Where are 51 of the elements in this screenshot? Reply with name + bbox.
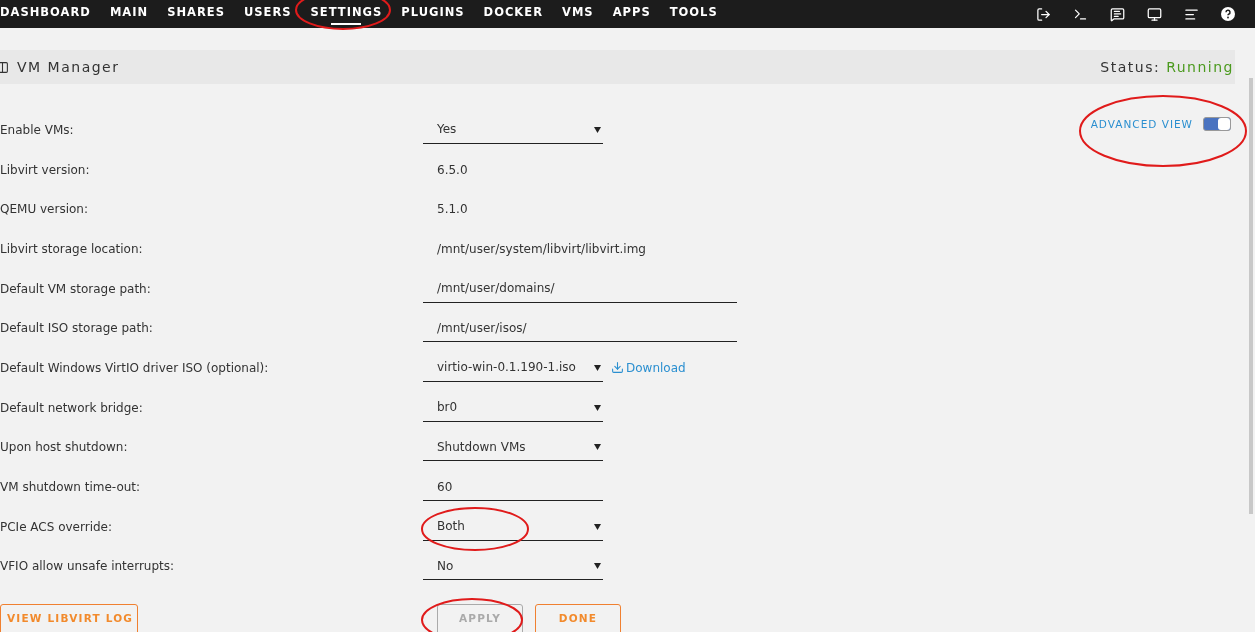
download-icon [611,361,624,375]
caret-icon [594,403,601,411]
caret-icon [594,125,601,133]
nav-tab[interactable]: APPS [612,5,651,25]
select-field[interactable]: virtio-win-0.1.190-1.iso [423,353,603,382]
feedback-icon[interactable] [1110,6,1125,22]
section-title: VM Manager [17,59,120,75]
setting-label: Upon host shutdown: [0,440,129,455]
setting-label: Default VM storage path: [0,281,152,296]
nav-tab[interactable]: USERS [243,5,292,25]
select-field[interactable]: Yes [423,115,603,144]
advanced-view-toggle[interactable] [1203,117,1231,131]
monitor-icon[interactable] [1147,6,1162,22]
panel-icon [0,60,9,74]
input-field[interactable]: /mnt/user/domains/ [423,274,737,303]
nav-tab[interactable]: DASHBOARD [0,5,91,25]
nav-tab[interactable]: DOCKER [483,5,543,25]
logout-icon[interactable] [1036,6,1051,22]
nav-tab[interactable]: TOOLS [669,5,718,25]
select-field[interactable]: br0 [423,393,603,422]
setting-label: Libvirt storage location: [0,241,144,256]
help-icon[interactable] [1221,7,1235,21]
value-text: 6.5.0 [436,162,468,177]
select-field[interactable]: Shutdown VMs [423,433,603,462]
setting-label: PCIe ACS override: [0,519,114,534]
caret-icon [594,562,601,570]
select-field[interactable]: Both [423,512,603,541]
advanced-view-label: ADVANCED VIEW [1090,118,1193,130]
setting-label: QEMU version: [0,202,89,217]
input-field[interactable]: /mnt/user/isos/ [423,314,737,343]
setting-label: Libvirt version: [0,162,91,177]
setting-label: VFIO allow unsafe interrupts: [0,559,176,574]
log-icon[interactable] [1184,6,1199,22]
setting-label: Default network bridge: [0,400,144,415]
setting-label: Default ISO storage path: [0,321,154,336]
terminal-icon[interactable] [1073,6,1088,22]
setting-label: VM shutdown time-out: [0,480,142,495]
nav-tab[interactable]: MAIN [109,5,149,25]
status-text: Status: Running [1100,59,1234,75]
input-field[interactable]: 60 [423,473,603,502]
nav-tab[interactable]: PLUGINS [401,5,465,25]
caret-icon [594,443,601,451]
nav-tab[interactable]: SHARES [167,5,225,25]
value-text: /mnt/user/system/libvirt/libvirt.img [436,241,646,256]
caret-icon [594,522,601,530]
caret-icon [594,363,601,371]
select-field[interactable]: No [423,552,603,581]
value-text: 5.1.0 [436,202,468,217]
nav-tab[interactable]: VMS [562,5,594,25]
setting-label: Enable VMs: [0,122,75,137]
setting-label: Default Windows VirtIO driver ISO (optional): [0,360,270,375]
